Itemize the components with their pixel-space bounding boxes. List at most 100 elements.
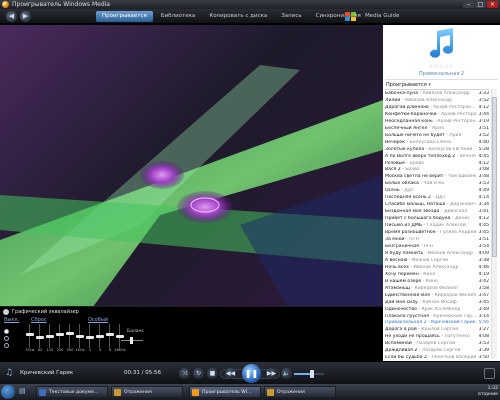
repeat-button[interactable]: ↻ [193,368,204,379]
tab-media-guide[interactable]: Media Guide [359,11,405,22]
maximize-button[interactable]: □ [475,1,486,8]
playlist-item[interactable]: Вечерок - Белоусова Елена 4:40 [385,140,489,147]
radio-mode-2[interactable] [4,336,9,341]
eq-band-slider[interactable]: 62 [36,324,44,353]
slider-knob[interactable] [46,334,54,338]
playlist-item[interactable]: Привет с большого бодуна - Денис 4:12 [385,216,489,223]
playlist-item[interactable]: За мной - Hi-Fi 3:51 [385,237,489,244]
playlist-scrollbar[interactable] [491,89,497,359]
playlist-item[interactable]: Лилии - Айвазов Александр 3:52 [385,98,489,105]
radio-mode-1[interactable] [4,329,9,334]
playlist-item[interactable]: Москва светла не верит - Чай вдвоём 3:48 [385,174,489,181]
eq-band-slider[interactable]: 4 [96,324,104,353]
slider-knob[interactable] [26,333,34,337]
rating-stars[interactable]: ☆☆☆☆☆ [429,64,454,70]
stop-button[interactable]: ■ [207,368,218,379]
playlist-item[interactable]: Дай мне силу - Кобзон Иосиф 3:45 [385,300,489,307]
switch-to-compact-button[interactable] [484,368,495,379]
forward-button[interactable]: ▶ [20,11,31,22]
volume-slider[interactable] [310,370,314,378]
scrollbar-thumb[interactable] [492,97,497,257]
equalizer-off-link[interactable]: Выкл. [4,317,19,323]
playlist-item[interactable]: Плакала грустная - Кричевский Гар... 3:14 [385,314,489,321]
playlist-item[interactable]: Бездонная моя звезда - Диваскал 3:41 [385,209,489,216]
playlist-item[interactable]: Привокзальная 2 - Кричевский Гарик 5:56 [385,320,489,327]
playlist-item[interactable]: Розовые - Бравo 4:12 [385,161,489,168]
slider-knob[interactable] [56,333,64,337]
taskbar: ▤ Текстовые докуме... Отражения Проигрыв… [0,384,500,400]
playlist-item[interactable]: Время разноцветное - Гуляев Андрей 3:45 [385,230,489,237]
radio-mode-3[interactable] [4,343,9,348]
taskbar-item-reflections-2[interactable]: Отражения [264,386,336,398]
playlist-item[interactable]: Белые облака - Чай и Ко 3:53 [385,181,489,188]
eq-band-slider[interactable]: 500 [66,324,74,353]
playlist-item[interactable]: А по Волге вверх теплоход 2 - Вечная д..… [385,154,489,161]
balance-slider[interactable] [130,337,133,344]
playlist-item[interactable]: Дорога в рай - Крылов Сергей 3:27 [385,327,489,334]
playlist-item[interactable]: Вася 2 - Бравo 3:08 [385,167,489,174]
equalizer-reset-link[interactable]: Сброс [31,317,47,323]
playlist-header[interactable]: Проигрывается ▾ [386,82,431,88]
eq-band-slider[interactable]: 125 [46,324,54,353]
tab-burn[interactable]: Запись [275,11,307,22]
playlist-item[interactable]: В нашем озере - Кино 3:42 [385,279,489,286]
playlist-item[interactable]: Больше ничего не будет - Ария 3:52 [385,133,489,140]
playlist-item[interactable]: Дорогой длинною - Архив Ресторан... 4:12 [385,105,489,112]
playlist-item[interactable]: Дождливая 2 - Лазарев Сергей 3:39 [385,348,489,355]
playlist-item[interactable]: Атаманьщ - Киркоров Филипп 3:58 [385,286,489,293]
shuffle-button[interactable]: ⤨ [179,368,190,379]
playlist-item[interactable]: Беспечный Ангел - Ария 3:51 [385,126,489,133]
next-button[interactable]: ▶▶ [266,368,277,379]
minimize-button[interactable]: – [463,1,474,8]
eq-band-slider[interactable]: 31Hz [25,324,35,353]
playlist-item[interactable]: Осень - ДДТ 4:49 [385,188,489,195]
quick-launch-icon[interactable]: ▤ [19,387,31,397]
playlist-item[interactable]: Хочу перемен - Кино 4:19 [385,272,489,279]
eq-band-slider[interactable]: 1KHz [75,324,85,353]
playlist-item[interactable]: Неоседланная конь - Архив Ресторан... 3:1… [385,119,489,126]
visualization-area[interactable] [0,25,383,311]
eq-band-slider[interactable]: 8 [106,324,114,353]
slider-knob[interactable] [96,334,104,338]
playlist-item[interactable]: А весною - Иванов Сергей 3:38 [385,258,489,265]
previous-button[interactable]: ◀◀ [225,368,236,379]
track-title: Последняя осень 2 [385,195,431,201]
playlist-item[interactable]: Безграничная - Hi-Fi 3:54 [385,244,489,251]
playlist-item[interactable]: Ночь всех - Иванов Александр 4:46 [385,265,489,272]
slider-knob[interactable] [36,335,44,339]
playlist-item[interactable]: Не уходи не прощаясь - Лагутенко 4:08 [385,334,489,341]
mute-button[interactable]: 🔈 [281,368,292,379]
tab-now-playing[interactable]: Проигрывается [96,11,153,22]
playlist-item[interactable]: Золотые купола - Белоусов Евгений 5:28 [385,147,489,154]
playlist-item[interactable]: Последняя осень 2 - ДДТ 4:14 [385,195,489,202]
playlist-item[interactable]: Я буду помнить - Иванов Александр 4:09 [385,251,489,258]
tab-rip[interactable]: Копировать с диска [203,11,273,22]
playlist-item[interactable]: Вспоминай - Лазарев Сергей 3:53 [385,341,489,348]
start-button[interactable] [1,385,15,399]
tab-library[interactable]: Библиотека [155,11,201,22]
slider-knob[interactable] [106,333,114,337]
slider-knob[interactable] [116,334,124,338]
playlist-item[interactable]: Письмо из ДМБ - Гладин Алексей 4:45 [385,223,489,230]
playlist-item[interactable]: Единственная моя - Киркоров Филипп 3:47 [385,293,489,300]
close-button[interactable]: × [487,1,498,8]
track-artist: Иванов Александр [427,250,473,256]
eq-band-slider[interactable]: 2 [86,324,94,353]
back-button[interactable]: ◀ [6,11,17,22]
slider-knob[interactable] [86,335,94,339]
system-clock[interactable]: 1:32 вторник [470,386,498,398]
equalizer-preset-dropdown[interactable]: Особый [88,317,108,323]
eq-band-slider[interactable]: 16KHz [114,324,126,353]
taskbar-item-reflections[interactable]: Отражения [111,386,183,398]
playlist-item[interactable]: Конфетки-бараночки - Архив Ресторан...3:… [385,112,489,119]
eq-band-slider[interactable]: 250 [56,324,64,353]
taskbar-item-documents[interactable]: Текстовые докуме... [36,386,108,398]
track-duration: 4:45 [478,153,489,159]
slider-knob[interactable] [76,334,84,338]
playlist-item[interactable]: Спасибо малыш, Наташа - Дерзкович 3:34 [385,202,489,209]
taskbar-item-media-player[interactable]: Проигрыватель Wi... [189,386,261,398]
playlist-item[interactable]: Одиночество - Крэк Ассемблер 3:49 [385,307,489,314]
slider-knob[interactable] [66,332,74,336]
playlist-item[interactable]: Бабочка-луна - Айвазов Александр 3:33 [385,91,489,98]
pause-button[interactable]: ❚❚ [242,364,261,383]
